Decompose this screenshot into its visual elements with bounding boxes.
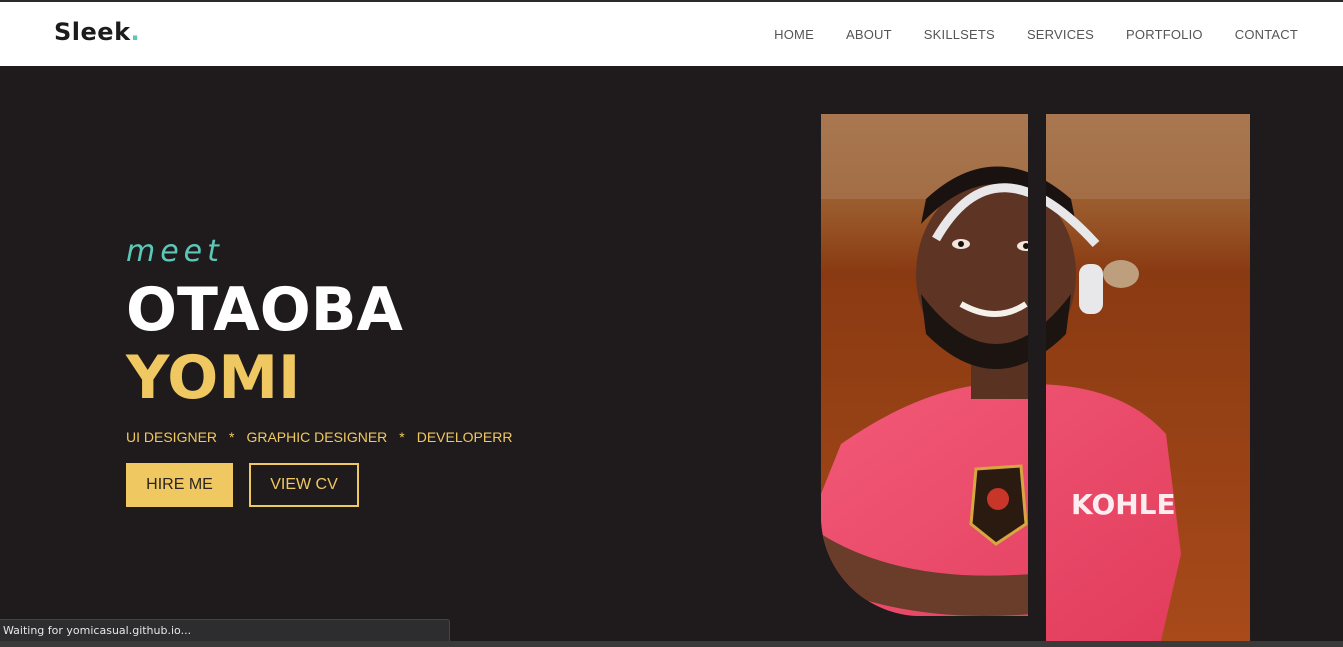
hire-me-button[interactable]: HIRE ME: [126, 463, 233, 507]
hero-roles: UI DESIGNER * GRAPHIC DESIGNER * DEVELOP…: [126, 429, 512, 445]
role-developer: DEVELOPERR: [416, 429, 513, 445]
nav-about[interactable]: ABOUT: [846, 27, 892, 42]
main-nav: HOME ABOUT SKILLSETS SERVICES PORTFOLIO …: [742, 27, 1298, 42]
nav-skillsets[interactable]: SKILLSETS: [924, 27, 995, 42]
hero-last-name: YOMI: [126, 343, 301, 413]
browser-status-bar: Waiting for yomicasual.github.io...: [0, 619, 450, 641]
nav-home[interactable]: HOME: [774, 27, 814, 42]
navbar: Sleek. HOME ABOUT SKILLSETS SERVICES POR…: [0, 2, 1343, 66]
hero-first-name: OTAOBA: [126, 275, 403, 345]
view-cv-button[interactable]: VIEW CV: [249, 463, 359, 507]
nav-services[interactable]: SERVICES: [1027, 27, 1094, 42]
window-bottom-strip: [0, 641, 1343, 647]
nav-contact[interactable]: CONTACT: [1235, 27, 1298, 42]
profile-photo-illustration: KOHLE: [821, 114, 1250, 641]
role-separator: *: [399, 429, 405, 445]
hero-section: meet OTAOBA YOMI UI DESIGNER * GRAPHIC D…: [0, 66, 1343, 641]
role-separator: *: [229, 429, 235, 445]
hero-greeting: meet: [126, 234, 224, 269]
logo-text: Sleek: [54, 18, 131, 46]
logo[interactable]: Sleek.: [54, 18, 140, 46]
profile-photo: KOHLE: [821, 114, 1250, 641]
logo-dot: .: [130, 18, 141, 46]
role-ui-designer: UI DESIGNER: [126, 429, 218, 445]
nav-portfolio[interactable]: PORTFOLIO: [1126, 27, 1203, 42]
role-graphic-designer: GRAPHIC DESIGNER: [246, 429, 388, 445]
